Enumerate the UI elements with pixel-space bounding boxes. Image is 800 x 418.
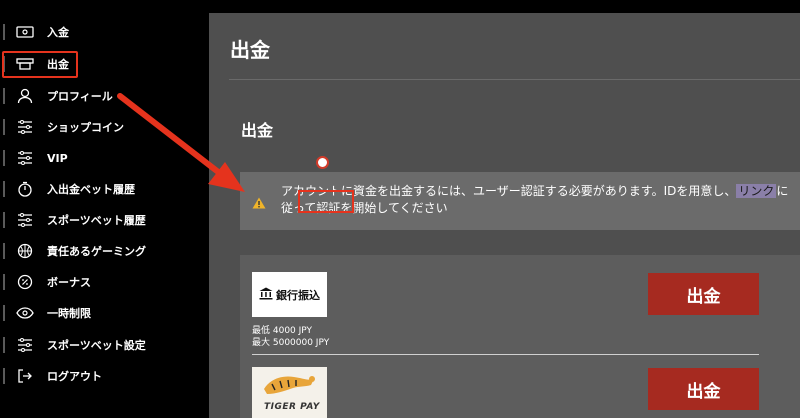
sidebar-item-deposit[interactable]: 入金 (0, 17, 200, 47)
sidebar-marker (3, 181, 5, 197)
max-amount: 最大 5000000 JPY (252, 338, 330, 348)
sidebar-marker (3, 150, 5, 166)
highlight-box (2, 51, 78, 78)
sidebar: 入金 出金 プロフィール ショップコイン VIP 入出金ベット履歴 スポーツベッ… (0, 0, 200, 418)
sidebar-marker (3, 274, 5, 290)
bank-transfer-logo: 銀行振込 (252, 272, 327, 317)
sidebar-item-label: ログアウト (47, 370, 102, 383)
sidebar-item-temporary-limit[interactable]: 一時制限 (0, 298, 200, 328)
tiger-icon (264, 376, 315, 394)
verification-link[interactable]: リンク (736, 184, 777, 198)
sidebar-item-label: スポーツベット設定 (47, 339, 146, 352)
warning-icon (252, 194, 266, 213)
cash-icon (15, 22, 35, 42)
timer-icon (15, 179, 35, 199)
section-title: 出金 (241, 121, 274, 140)
highlight-box (298, 190, 354, 213)
sidebar-marker (3, 119, 5, 135)
sidebar-marker (3, 88, 5, 104)
sidebar-item-label: プロフィール (47, 90, 113, 103)
sliders-icon (15, 210, 35, 230)
notice-text: アカウントに資金を出金するには、ユーザー認証する必要があります。IDを用意し、リ… (281, 183, 793, 217)
sidebar-item-transaction-history[interactable]: 入出金ベット履歴 (0, 174, 200, 204)
sliders-icon (15, 117, 35, 137)
withdraw-button-bank[interactable]: 出金 (648, 273, 759, 315)
sidebar-marker (3, 24, 5, 40)
sidebar-item-bonus[interactable]: ボーナス (0, 267, 200, 297)
sidebar-marker (3, 368, 5, 384)
sidebar-item-vip[interactable]: VIP (0, 143, 200, 173)
withdraw-methods-card: 銀行振込 最低 4000 JPY 最大 5000000 JPY 出金 TIGER… (240, 255, 800, 418)
sidebar-item-label: スポーツベット履歴 (47, 214, 146, 227)
sidebar-item-label: 責任あるゲーミング (47, 245, 146, 258)
sidebar-item-shop-coin[interactable]: ショップコイン (0, 112, 200, 142)
divider (229, 79, 800, 80)
sidebar-item-logout[interactable]: ログアウト (0, 361, 200, 391)
sidebar-item-profile[interactable]: プロフィール (0, 81, 200, 111)
eye-icon (15, 303, 35, 323)
sliders-icon (15, 335, 35, 355)
sidebar-marker (3, 337, 5, 353)
sidebar-item-sports-bet-settings[interactable]: スポーツベット設定 (0, 330, 200, 360)
sidebar-item-label: ボーナス (47, 276, 91, 289)
page-title: 出金 (230, 38, 270, 62)
sidebar-item-label: ショップコイン (47, 121, 124, 134)
user-icon (15, 86, 35, 106)
bank-icon (259, 285, 273, 304)
sliders-icon (15, 148, 35, 168)
sidebar-item-sports-bet-history[interactable]: スポーツベット履歴 (0, 205, 200, 235)
sidebar-marker (3, 212, 5, 228)
divider (252, 354, 759, 355)
sidebar-marker (3, 305, 5, 321)
withdraw-button-tiger-pay[interactable]: 出金 (648, 368, 759, 410)
sidebar-item-responsible-gaming[interactable]: 責任あるゲーミング (0, 236, 200, 266)
logout-icon (15, 366, 35, 386)
bank-transfer-label: 銀行振込 (276, 288, 320, 302)
sidebar-marker (3, 243, 5, 259)
basketball-icon (15, 241, 35, 261)
coin-icon (316, 156, 329, 169)
sidebar-item-label: 入金 (47, 26, 69, 39)
sidebar-item-label: 一時制限 (47, 307, 91, 320)
sidebar-item-label: VIP (47, 151, 68, 165)
percent-icon (15, 272, 35, 292)
tiger-pay-label: TIGER PAY (264, 402, 320, 412)
tiger-pay-logo: TIGER PAY (252, 367, 327, 418)
sidebar-item-label: 入出金ベット履歴 (47, 183, 135, 196)
